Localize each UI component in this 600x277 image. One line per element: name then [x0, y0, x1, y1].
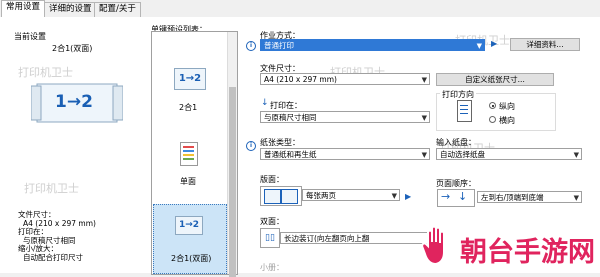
input-tray-label: 输入纸盘：	[436, 138, 476, 147]
tab-bar: 常用设置 详细的设置 配置/关于	[0, 0, 600, 18]
portrait-page-icon	[457, 100, 472, 122]
current-settings-preview: 1→2	[30, 80, 124, 126]
orientation-label: 打印方向	[440, 89, 476, 100]
select-value: 普通纸和再生纸	[264, 150, 317, 159]
info-line: 自动配合打印尺寸	[23, 252, 83, 262]
select-value: 左到右/顶端到底端	[481, 193, 544, 202]
paper-type-label: 纸张类型：	[260, 138, 300, 147]
paper-size-select[interactable]: A4 (210 x 297 mm) ▼	[260, 73, 430, 85]
tab-label: 常用设置	[6, 2, 41, 12]
landscape-label: 横向	[499, 116, 515, 125]
preset-2in1-label[interactable]: 2合1	[179, 102, 197, 113]
duplex-select[interactable]: 长边装订(向左翻页向上翻	[280, 232, 440, 244]
details-button[interactable]: 详细资料...	[510, 38, 580, 51]
booklet-label: 小册：	[260, 263, 284, 272]
preset-2in1-duplex-item[interactable]: 1→2 2合1(双面)	[153, 204, 227, 274]
select-value: 每张两页	[306, 191, 336, 200]
brand-text: 朝台手游网	[460, 237, 595, 268]
play-icon: ▶	[405, 192, 412, 201]
preset-2in1-duplex-icon: 1→2	[175, 216, 203, 235]
print-on-label: 打印在：	[270, 101, 302, 110]
info-icon[interactable]: i	[246, 141, 256, 151]
preset-list-scrollbar[interactable]	[227, 32, 237, 277]
select-value: 自动选择纸盘	[440, 150, 485, 159]
preset-list[interactable]: 1→2 2合1 单面 1→2 2合1(双面)	[151, 31, 238, 277]
chevron-down-icon: ▼	[421, 151, 427, 159]
play-icon: ▶	[491, 39, 498, 48]
chevron-down-icon: ▼	[573, 194, 579, 202]
tab-config-about[interactable]: 配置/关于	[94, 2, 141, 17]
select-value: 长边装订(向左翻页向上翻	[284, 234, 370, 243]
layout-label: 版面：	[260, 175, 284, 184]
preview-icon-text: 1→2	[55, 92, 93, 112]
watermark: 打印机卫士	[24, 182, 79, 195]
down-arrow-icon: ↓	[261, 98, 269, 108]
tab-label: 详细的设置	[49, 4, 92, 14]
duplex-label: 双面：	[260, 217, 284, 226]
chevron-down-icon: ▼	[573, 151, 579, 159]
preset-2in1-duplex-label: 2合1(双面)	[171, 254, 212, 263]
info-icon[interactable]: i	[246, 41, 256, 51]
chevron-down-icon: ▼	[391, 192, 397, 200]
page-order-select[interactable]: 左到右/顶端到底端 ▼	[477, 191, 582, 203]
custom-paper-size-button[interactable]: 自定义纸张尺寸...	[436, 73, 554, 86]
portrait-label: 纵向	[499, 102, 515, 111]
page-order-icon: → ↓	[437, 189, 475, 207]
current-settings-info: 文件尺寸： A4 (210 x 297 mm) 打印在： 与原稿尺寸相同 缩小/…	[18, 210, 96, 262]
preview-caption: 2合1(双面)	[52, 44, 93, 53]
preset-single-label[interactable]: 单面	[180, 176, 196, 187]
chevron-down-icon: ▼	[421, 76, 427, 84]
chevron-down-icon: ▼	[476, 42, 482, 50]
preset-single-icon[interactable]	[180, 142, 198, 166]
current-settings-label: 当前设置	[14, 32, 46, 41]
select-value: 与原稿尺寸相同	[264, 113, 317, 122]
duplex-book-icon: ▯▯	[260, 228, 280, 248]
watermark: 打印机卫士	[18, 66, 73, 79]
input-tray-select[interactable]: 自动选择纸盘 ▼	[436, 148, 582, 160]
tab-common-settings[interactable]: 常用设置	[1, 0, 46, 18]
layout-2up-icon	[260, 186, 302, 206]
hand-icon	[420, 225, 445, 266]
layout-select[interactable]: 每张两页 ▼	[302, 189, 400, 201]
preset-2in1-icon[interactable]: 1→2	[174, 68, 206, 90]
output-method-select[interactable]: 普通打印 ▼	[260, 39, 485, 51]
chevron-down-icon: ▼	[421, 114, 427, 122]
landscape-radio[interactable]	[489, 116, 496, 123]
select-value: A4 (210 x 297 mm)	[264, 75, 337, 84]
scrollbar-thumb[interactable]	[229, 87, 236, 277]
portrait-radio[interactable]	[489, 102, 496, 109]
print-on-select[interactable]: 与原稿尺寸相同 ▼	[260, 111, 430, 123]
tab-detail-settings[interactable]: 详细的设置	[44, 2, 97, 17]
tab-label: 配置/关于	[99, 4, 136, 14]
select-value: 普通打印	[264, 41, 294, 50]
page-order-label: 页面顺序：	[436, 179, 476, 188]
paper-type-select[interactable]: 普通纸和再生纸 ▼	[260, 148, 430, 160]
brand-logo: 朝台手游网	[420, 224, 595, 270]
